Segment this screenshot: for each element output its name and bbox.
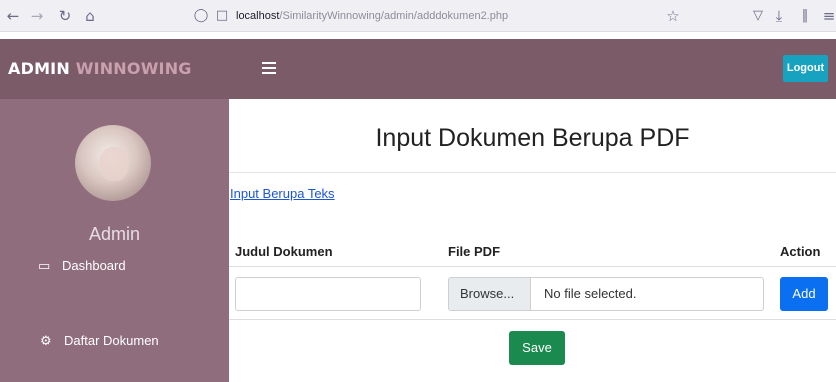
home-icon[interactable]: ⌂: [81, 0, 99, 32]
divider: [229, 172, 836, 173]
file-status-text: No file selected.: [544, 286, 637, 301]
brand-accent: WINNOWING: [75, 59, 192, 78]
sidebar: Admin ▭ Dashboard ⚙ Daftar Dokumen: [0, 99, 229, 382]
shield-icon[interactable]: ◯: [193, 0, 209, 32]
cogs-icon: ⚙: [40, 334, 52, 349]
avatar: [75, 125, 151, 201]
url-host: localhost: [236, 10, 280, 22]
table-divider: [229, 266, 836, 267]
download-icon[interactable]: ⤓: [770, 0, 788, 32]
bookmark-star-icon[interactable]: ☆: [664, 0, 682, 32]
page-title: Input Dokumen Berupa PDF: [375, 124, 690, 152]
back-arrow-icon[interactable]: ←: [4, 0, 22, 32]
browse-button[interactable]: Browse...: [449, 278, 531, 310]
input-text-link[interactable]: Input Berupa Teks: [230, 186, 335, 201]
hamburger-icon[interactable]: [262, 62, 276, 74]
save-button[interactable]: Save: [509, 331, 565, 365]
browser-toolbar: ← → ↻ ⌂ ◯ □ localhost/SimilarityWinnowin…: [0, 0, 836, 32]
forward-arrow-icon[interactable]: →: [28, 0, 46, 32]
page-info-icon[interactable]: □: [214, 0, 230, 32]
sidebar-item-dashboard[interactable]: ▭ Dashboard: [38, 254, 126, 278]
column-header-judul: Judul Dokumen: [235, 244, 333, 259]
file-pdf-input[interactable]: Browse... No file selected.: [448, 277, 764, 311]
pocket-icon[interactable]: ▽: [749, 0, 767, 32]
sidebar-item-label: Daftar Dokumen: [64, 333, 159, 348]
table-divider: [229, 319, 836, 320]
monitor-icon: ▭: [38, 259, 51, 274]
menu-icon[interactable]: ≡: [822, 0, 836, 32]
reload-icon[interactable]: ↻: [56, 0, 74, 32]
judul-dokumen-input[interactable]: [235, 277, 421, 311]
sidebar-item-daftar-dokumen[interactable]: ⚙ Daftar Dokumen: [40, 329, 159, 353]
column-header-file: File PDF: [448, 244, 501, 259]
top-navbar: ADMIN WINNOWING Logout: [0, 39, 836, 99]
sidebar-user-name: Admin: [88, 224, 141, 244]
url-bar[interactable]: localhost/SimilarityWinnowing/admin/addd…: [236, 0, 508, 32]
add-button[interactable]: Add: [780, 277, 828, 311]
column-header-action: Action: [780, 244, 821, 259]
logout-button[interactable]: Logout: [783, 55, 828, 82]
url-path: /SimilarityWinnowing/admin/adddokumen2.p…: [279, 10, 509, 22]
library-icon[interactable]: ‖: [796, 0, 814, 32]
brand-main: ADMIN: [8, 59, 70, 78]
brand-logo[interactable]: ADMIN WINNOWING: [8, 39, 192, 99]
sidebar-item-label: Dashboard: [62, 258, 126, 273]
